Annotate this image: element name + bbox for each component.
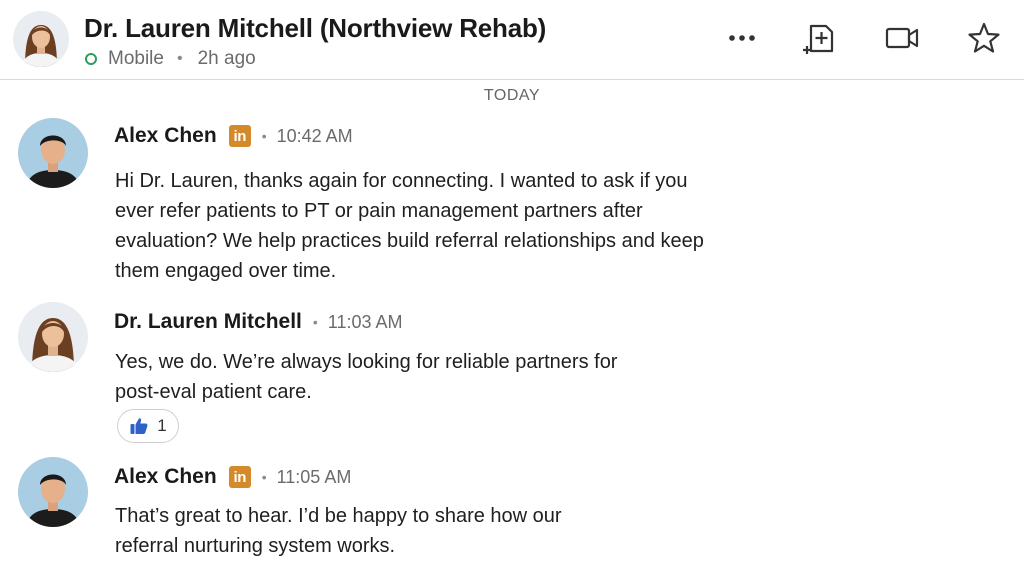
conversation-header: Dr. Lauren Mitchell (Northview Rehab) Mo… (0, 0, 1024, 80)
sender-avatar[interactable] (18, 457, 88, 527)
linkedin-icon: in (228, 125, 251, 147)
more-icon (729, 35, 755, 41)
reaction-chip[interactable]: 1 (117, 409, 179, 443)
message-line: post-eval patient care. (115, 381, 312, 403)
contact-avatar[interactable] (13, 11, 69, 67)
message-line: evaluation? We help practices build refe… (115, 230, 704, 252)
favorite-button[interactable] (966, 20, 1002, 56)
video-call-icon (885, 27, 919, 49)
sender-avatar[interactable] (18, 118, 88, 188)
message-header: Alex Chen in • 10:42 AM (114, 122, 353, 150)
add-note-button[interactable] (802, 20, 838, 56)
online-status-icon (85, 53, 97, 65)
reaction-count: 1 (157, 416, 167, 435)
message-line: Hi Dr. Lauren, thanks again for connecti… (115, 170, 688, 192)
message-line: That’s great to hear. I’d be happy to sh… (115, 505, 562, 527)
message-body: That’s great to hear. I’d be happy to sh… (115, 501, 562, 561)
separator-dot: • (176, 50, 183, 67)
separator-dot: • (261, 128, 267, 144)
more-options-button[interactable] (724, 20, 760, 56)
presence-status: Mobile (108, 48, 164, 69)
sender-name[interactable]: Alex Chen (114, 124, 217, 148)
message-line: them engaged over time. (115, 260, 337, 282)
separator-dot: • (312, 314, 318, 330)
sender-name[interactable]: Alex Chen (114, 465, 217, 489)
linkedin-icon: in (228, 466, 251, 488)
video-call-button[interactable] (884, 20, 920, 56)
message-body: Hi Dr. Lauren, thanks again for connecti… (115, 166, 704, 286)
message-header: Dr. Lauren Mitchell • 11:03 AM (114, 308, 403, 336)
star-icon (968, 22, 1000, 53)
message-line: Yes, we do. We’re always looking for rel… (115, 351, 618, 373)
message-line: ever refer patients to PT or pain manage… (115, 200, 643, 222)
last-seen: 2h ago (197, 48, 256, 69)
message-time: 10:42 AM (276, 125, 353, 146)
message-time: 11:05 AM (276, 466, 352, 487)
sender-name[interactable]: Dr. Lauren Mitchell (114, 310, 302, 334)
message-time: 11:03 AM (327, 311, 403, 332)
add-note-icon (803, 24, 834, 54)
message-line: referral nurturing system works. (115, 535, 396, 557)
sender-avatar[interactable] (18, 302, 88, 372)
separator-dot: • (261, 469, 267, 485)
message-body: Yes, we do. We’re always looking for rel… (115, 347, 617, 407)
message-header: Alex Chen in • 11:05 AM (114, 463, 351, 491)
thumbs-up-icon (130, 418, 148, 434)
presence-row: Mobile • 2h ago (84, 47, 256, 71)
date-divider: TODAY (483, 87, 541, 104)
contact-name-title: Dr. Lauren Mitchell (Northview Rehab) (84, 13, 547, 43)
